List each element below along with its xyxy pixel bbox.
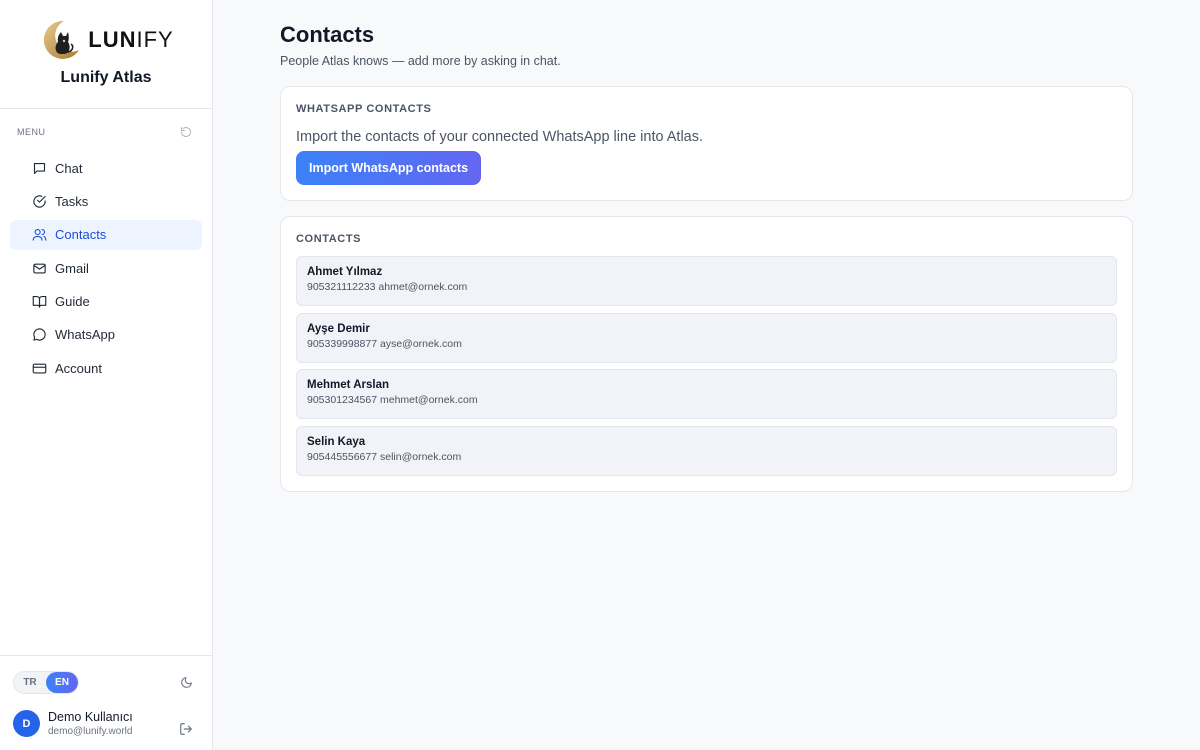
contact-name: Ahmet Yılmaz (307, 266, 383, 278)
list-item[interactable]: Selin Kaya 905445556677 selin@ornek.com (296, 425, 1117, 476)
list-item[interactable]: Mehmet Arslan 905301234567 mehmet@ornek.… (296, 369, 1117, 419)
page-subtitle: People Atlas knows — add more by asking … (280, 54, 561, 68)
user-profile: D Demo Kullanıcı demo@lunify.world (13, 710, 133, 737)
sidebar-item-label: Guide (55, 294, 90, 310)
list-item[interactable]: Ayşe Demir 905339998877 ayse@ornek.com (296, 312, 1117, 363)
sidebar-footer: TR EN D Demo Kullanıcı demo@lunify.world (0, 655, 212, 750)
sidebar-item-chat[interactable]: Chat (10, 153, 202, 183)
sidebar-item-tasks[interactable]: Tasks (10, 186, 202, 216)
sidebar-item-label: WhatsApp (55, 327, 115, 343)
users-icon (32, 229, 47, 241)
book-icon (32, 296, 47, 308)
sidebar-item-guide[interactable]: Guide (10, 287, 202, 317)
sidebar-item-account[interactable]: Account (10, 353, 202, 383)
message-circle-icon (33, 328, 46, 342)
brand-header: LUNIFY Lunify Atlas (0, 0, 212, 109)
sidebar-nav: Chat Tasks Contacts Gmail Guide WhatsApp… (0, 153, 212, 387)
import-whatsapp-contacts-button[interactable]: Import WhatsApp contacts (296, 151, 482, 185)
card-title: WHATSAPP CONTACTS (296, 103, 432, 115)
check-circle-icon (33, 195, 46, 208)
menu-label: MENU (17, 127, 46, 137)
card-title: CONTACTS (296, 233, 362, 245)
card-description: Import the contacts of your connected Wh… (296, 129, 704, 145)
sidebar-item-label: Gmail (55, 260, 89, 276)
logout-icon[interactable] (179, 722, 193, 736)
contact-details: 905301234567 mehmet@ornek.com (307, 394, 478, 406)
main-content: Contacts People Atlas knows — add more b… (213, 0, 1200, 750)
contact-name: Mehmet Arslan (307, 379, 390, 391)
contact-name: Selin Kaya (307, 435, 366, 448)
sidebar-item-label: Contacts (55, 227, 107, 243)
app-name: Lunify Atlas (60, 69, 152, 86)
language-en-button[interactable]: EN (46, 672, 78, 693)
sidebar-item-label: Tasks (55, 193, 89, 209)
user-name: Demo Kullanıcı (48, 710, 133, 724)
contact-details: 905339998877 ayse@ornek.com (307, 337, 462, 350)
page-title: Contacts (280, 22, 375, 47)
credit-card-icon (32, 363, 47, 374)
refresh-icon[interactable] (180, 126, 192, 138)
language-tr-button[interactable]: TR (14, 672, 46, 693)
sidebar-item-whatsapp[interactable]: WhatsApp (10, 320, 202, 350)
moon-cat-logo-icon (44, 20, 80, 59)
contact-details: 905445556677 selin@ornek.com (307, 450, 462, 463)
moon-icon[interactable] (180, 676, 193, 689)
contact-list: Ahmet Yılmaz 905321112233 ahmet@ornek.co… (296, 256, 1117, 476)
sidebar: LUNIFY Lunify Atlas MENU Chat Tasks Cont… (0, 0, 213, 750)
language-toggle: TR EN (13, 671, 79, 694)
whatsapp-contacts-card: WHATSAPP CONTACTS Import the contacts of… (280, 86, 1133, 201)
list-item[interactable]: Ahmet Yılmaz 905321112233 ahmet@ornek.co… (296, 256, 1117, 306)
contacts-card: CONTACTS Ahmet Yılmaz 905321112233 ahmet… (280, 216, 1133, 492)
sidebar-item-contacts[interactable]: Contacts (10, 219, 202, 250)
sidebar-item-gmail[interactable]: Gmail (10, 253, 202, 283)
logo: LUNIFY (38, 18, 173, 62)
sidebar-item-label: Account (55, 360, 102, 376)
user-email: demo@lunify.world (48, 726, 133, 737)
logo-wordmark: LUNIFY (88, 27, 174, 52)
sidebar-item-label: Chat (55, 160, 83, 176)
avatar: D (13, 710, 40, 737)
mail-icon (33, 263, 46, 274)
contact-name: Ayşe Demir (307, 322, 370, 335)
contact-details: 905321112233 ahmet@ornek.com (307, 281, 468, 293)
chat-icon (33, 162, 46, 174)
menu-header: MENU (0, 127, 212, 137)
